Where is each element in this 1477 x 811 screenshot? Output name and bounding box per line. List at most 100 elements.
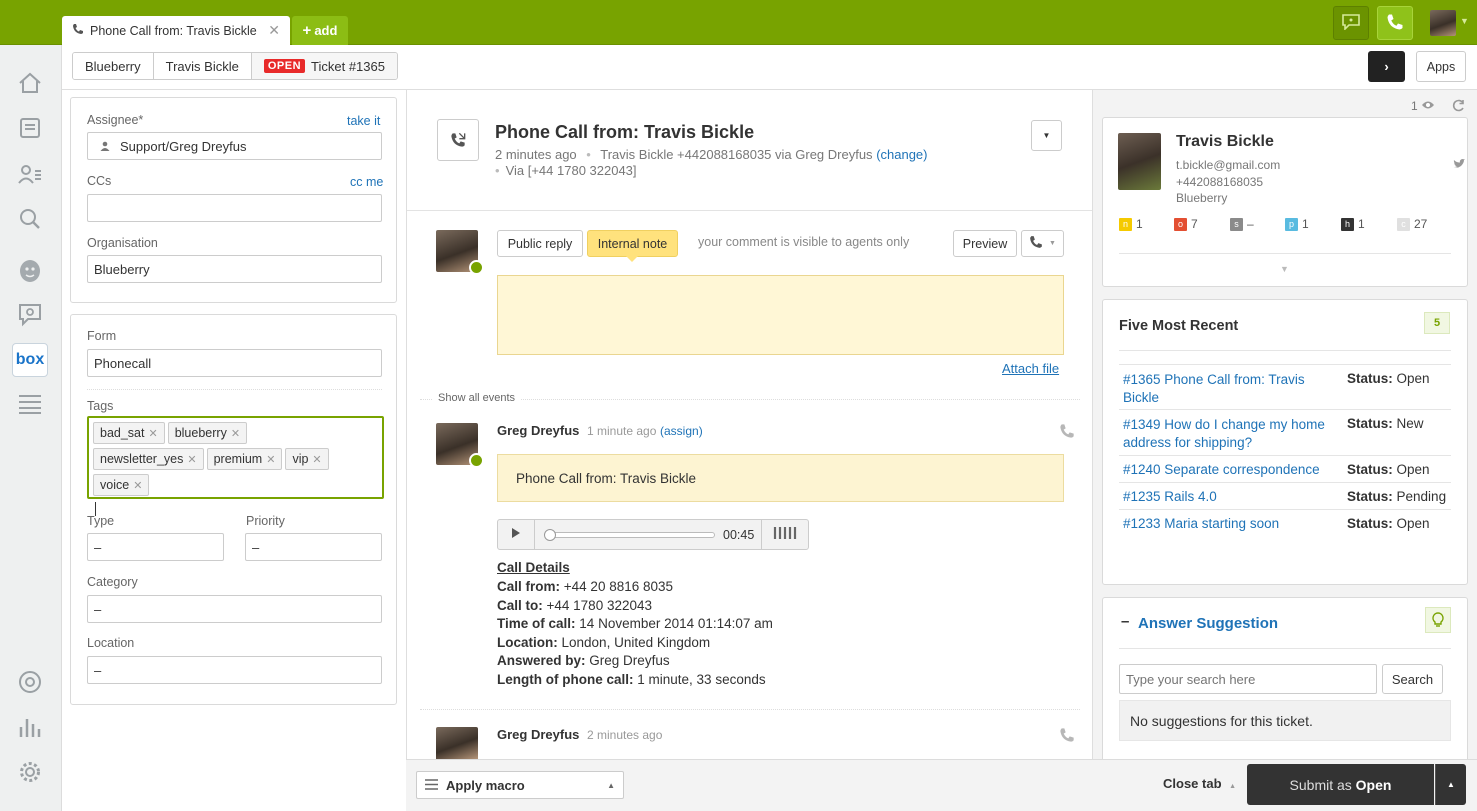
tag[interactable]: vip ✕ <box>285 448 329 470</box>
plus-icon: + <box>302 22 312 39</box>
detail-value: London, United Kingdom <box>561 634 711 650</box>
refresh-icon[interactable] <box>1452 99 1465 115</box>
tab-title: Phone Call from: Travis Bickle <box>90 23 257 38</box>
mailchimp-icon[interactable] <box>16 256 44 284</box>
ticket-options-button[interactable]: ▼ <box>1031 120 1062 151</box>
user-name[interactable]: Travis Bickle <box>1176 133 1274 151</box>
answer-suggestion-title[interactable]: Answer Suggestion <box>1138 615 1278 632</box>
priority-field[interactable]: – <box>245 533 382 561</box>
take-it-link[interactable]: take it <box>347 114 380 128</box>
apply-macro-button[interactable]: Apply macro ▲ <box>416 771 624 799</box>
tag[interactable]: voice ✕ <box>93 474 150 496</box>
submit-button[interactable]: Submit as Open <box>1247 764 1434 805</box>
author-avatar <box>436 727 478 759</box>
ccs-field[interactable] <box>87 194 382 222</box>
chat-app-icon[interactable] <box>16 301 44 329</box>
remove-tag-icon[interactable]: ✕ <box>266 453 275 466</box>
show-all-events-link[interactable]: Show all events <box>433 392 521 404</box>
recent-ticket-link[interactable]: #1233 Maria starting soon <box>1123 516 1343 531</box>
menu-icon[interactable] <box>16 390 44 418</box>
call-button[interactable]: ▼ <box>1021 230 1064 257</box>
stat-pending[interactable]: p1 <box>1285 217 1341 231</box>
form-field[interactable]: Phonecall <box>87 349 382 377</box>
reporting-icon[interactable] <box>16 713 44 741</box>
status-value: Open <box>1396 371 1430 386</box>
expand-chevron-icon[interactable]: ▼ <box>1280 264 1289 274</box>
visibility-hint: your comment is visible to agents only <box>698 235 910 249</box>
chevron-down-icon[interactable]: ▼ <box>1460 16 1469 26</box>
assignee-field[interactable]: Support/Greg Dreyfus <box>87 132 382 160</box>
twitter-icon[interactable] <box>1453 157 1465 172</box>
recent-ticket-link[interactable]: #1349 How do I change my home address fo… <box>1123 416 1343 450</box>
recent-row: #1240 Separate correspondence Status: Op… <box>1119 456 1451 483</box>
stat-hold[interactable]: h1 <box>1341 217 1397 231</box>
preview-button[interactable]: Preview <box>953 230 1017 257</box>
views-icon[interactable] <box>16 114 44 142</box>
event-author[interactable]: Greg Dreyfus <box>497 727 579 742</box>
tags-label: Tags <box>87 399 114 413</box>
expand-apps-button[interactable]: › <box>1368 51 1405 82</box>
user-icon <box>100 139 110 154</box>
assign-link[interactable]: (assign) <box>660 424 703 438</box>
category-field[interactable]: – <box>87 595 382 623</box>
event-author[interactable]: Greg Dreyfus <box>497 423 579 438</box>
tags-field[interactable]: bad_sat ✕ blueberry ✕ newsletter_yes ✕ prem… <box>87 416 384 516</box>
stat-solved[interactable]: s – <box>1230 217 1285 231</box>
public-reply-tab[interactable]: Public reply <box>497 230 583 257</box>
recent-ticket-link[interactable]: #1235 Rails 4.0 <box>1123 489 1343 504</box>
remove-tag-icon[interactable]: ✕ <box>312 453 321 466</box>
stat-new[interactable]: n1 <box>1119 217 1174 231</box>
ticket-title[interactable]: Phone Call from: Travis Bickle <box>495 122 754 143</box>
play-button[interactable] <box>498 520 535 549</box>
apps-button[interactable]: Apps <box>1416 51 1466 82</box>
suggestion-search-button[interactable]: Search <box>1382 664 1443 694</box>
list-icon <box>425 778 438 793</box>
organisation-field[interactable]: Blueberry <box>87 255 382 283</box>
volume-button[interactable] <box>761 520 808 549</box>
breadcrumb-ticket[interactable]: OPEN Ticket #1365 <box>251 53 397 79</box>
search-icon[interactable] <box>16 205 44 233</box>
customers-icon[interactable] <box>16 160 44 188</box>
remove-tag-icon[interactable]: ✕ <box>187 453 196 466</box>
stat-closed[interactable]: c 27 <box>1397 217 1427 231</box>
tag[interactable]: newsletter_yes ✕ <box>93 448 204 470</box>
tag[interactable]: bad_sat ✕ <box>93 422 165 444</box>
comment-textarea[interactable] <box>497 275 1064 355</box>
remove-tag-icon[interactable]: ✕ <box>231 427 240 440</box>
type-field[interactable]: – <box>87 533 224 561</box>
chat-button[interactable] <box>1333 6 1369 40</box>
remove-tag-icon[interactable]: ✕ <box>148 427 157 440</box>
audio-progress-bar[interactable] <box>544 528 715 541</box>
suggestion-search-input[interactable] <box>1119 664 1377 694</box>
divider <box>1119 253 1451 254</box>
ticket-tab[interactable]: Phone Call from: Travis Bickle ✕ <box>62 16 290 45</box>
recent-ticket-link[interactable]: #1240 Separate correspondence <box>1123 462 1343 477</box>
breadcrumb-org[interactable]: Blueberry <box>73 53 154 79</box>
agent-avatar[interactable] <box>1430 10 1456 36</box>
home-icon[interactable] <box>16 69 44 97</box>
location-field[interactable]: – <box>87 656 382 684</box>
tag[interactable]: blueberry ✕ <box>167 422 248 444</box>
category-label: Category <box>87 575 138 589</box>
add-tab-button[interactable]: + add <box>292 16 348 45</box>
caret-up-icon: ▲ <box>607 780 615 790</box>
close-tab-button[interactable]: Close tab ▲ <box>1163 776 1236 791</box>
box-app-icon[interactable]: box <box>12 343 48 377</box>
submit-options-button[interactable]: ▲ <box>1435 764 1466 805</box>
help-icon[interactable] <box>16 668 44 696</box>
admin-gear-icon[interactable] <box>16 758 44 786</box>
attach-file-link[interactable]: Attach file <box>1002 361 1059 376</box>
remove-tag-icon[interactable]: ✕ <box>133 479 142 492</box>
voice-button[interactable] <box>1377 6 1413 40</box>
stat-open[interactable]: o7 <box>1174 217 1230 231</box>
tag[interactable]: premium ✕ <box>206 448 283 470</box>
collapse-icon[interactable]: – <box>1121 613 1129 630</box>
breadcrumb-user[interactable]: Travis Bickle <box>153 53 252 79</box>
internal-note-tab[interactable]: Internal note <box>587 230 678 257</box>
status-label: Status: <box>1347 416 1393 431</box>
recent-ticket-link[interactable]: #1365 Phone Call from: Travis Bickle <box>1123 371 1343 405</box>
close-tab-icon[interactable]: ✕ <box>268 22 280 39</box>
change-link[interactable]: (change) <box>876 147 927 162</box>
cc-me-link[interactable]: cc me <box>350 175 383 189</box>
audio-scrubber[interactable] <box>544 528 556 541</box>
